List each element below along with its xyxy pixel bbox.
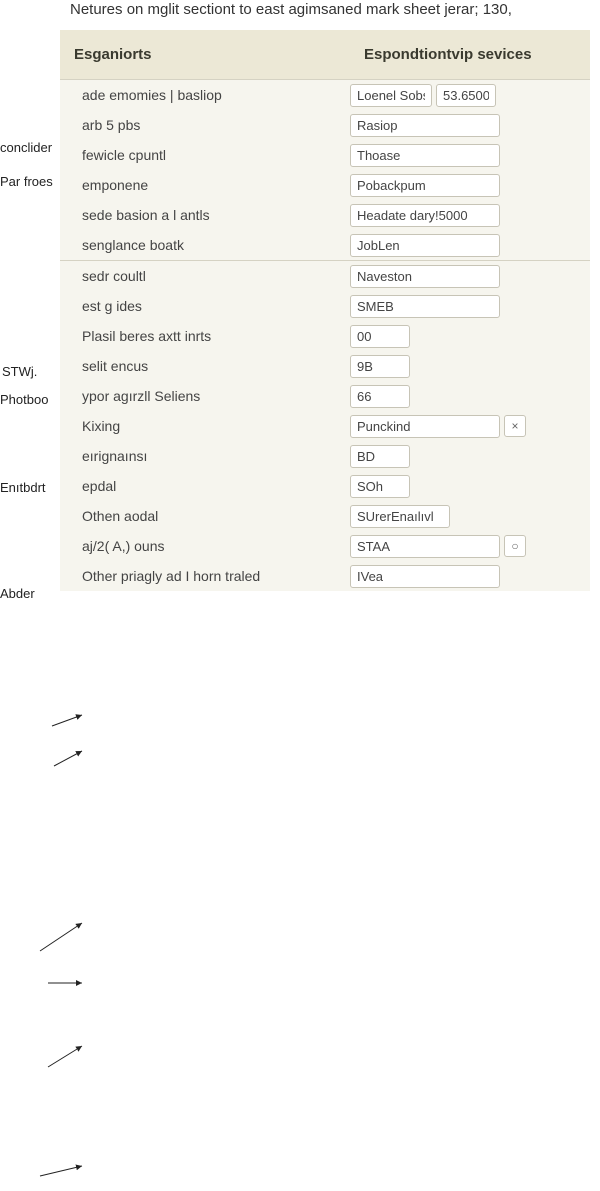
row-inputs	[350, 293, 590, 320]
row-inputs	[350, 82, 590, 109]
table-row: sedr coultl	[60, 261, 590, 291]
row-label: arb 5 pbs	[60, 113, 350, 137]
row-label: selit encus	[60, 354, 350, 378]
table-row: senglance boatk	[60, 230, 590, 260]
table-row: est g ides	[60, 291, 590, 321]
table-row: ade emomies | basliop	[60, 80, 590, 110]
table-row: Othen aodal	[60, 501, 590, 531]
text-input[interactable]	[350, 325, 410, 348]
annotation-label: conclider	[0, 140, 52, 155]
row-label: epdal	[60, 474, 350, 498]
row-inputs	[350, 563, 590, 590]
row-label: Othen aodal	[60, 504, 350, 528]
row-label: sede basion a l antls	[60, 203, 350, 227]
text-input[interactable]	[436, 84, 496, 107]
text-input[interactable]	[350, 355, 410, 378]
form-table: Esganiorts Espondtiontvip sevices ade em…	[60, 30, 590, 591]
text-input[interactable]	[350, 475, 410, 498]
table-row: eırignaınsı	[60, 441, 590, 471]
row-inputs	[350, 473, 590, 500]
intro-text: Netures on mglit sectiont to east agimsa…	[0, 0, 600, 30]
row-label: eırignaınsı	[60, 444, 350, 468]
annotation-label: Par froes	[0, 174, 53, 189]
clear-icon[interactable]: ×	[504, 415, 526, 437]
row-label: est g ides	[60, 294, 350, 318]
row-label: aj/2( A,) ouns	[60, 534, 350, 558]
text-input[interactable]	[350, 415, 500, 438]
row-inputs	[350, 383, 590, 410]
row-inputs: ×	[350, 413, 590, 440]
row-label: senglance boatk	[60, 233, 350, 257]
row-label: Kixing	[60, 414, 350, 438]
row-inputs	[350, 443, 590, 470]
text-input[interactable]	[350, 535, 500, 558]
text-input[interactable]	[350, 84, 432, 107]
annotation-label: STWj.	[2, 364, 37, 379]
row-inputs	[350, 142, 590, 169]
table-row: Other priagly ad I horn traled	[60, 561, 590, 591]
options-icon[interactable]: ○	[504, 535, 526, 557]
text-input[interactable]	[350, 295, 500, 318]
row-inputs	[350, 263, 590, 290]
text-input[interactable]	[350, 565, 500, 588]
table-row: sede basion a l antls	[60, 200, 590, 230]
row-label: Other priagly ad I horn traled	[60, 564, 350, 588]
row-group: sedr coultl est g ides Plasil beres axtt i…	[60, 260, 590, 591]
text-input[interactable]	[350, 385, 410, 408]
annotation-arrows	[0, 591, 600, 1191]
row-inputs	[350, 503, 590, 530]
text-input[interactable]	[350, 505, 450, 528]
table-row: Plasil beres axtt inrts	[60, 321, 590, 351]
row-label: ade emomies | basliop	[60, 83, 350, 107]
annotation-label: Photboo	[0, 392, 48, 407]
table-body: ade emomies | basliop arb 5 pbs fewicle cp…	[60, 79, 590, 591]
table-row: arb 5 pbs	[60, 110, 590, 140]
table-row: epdal	[60, 471, 590, 501]
text-input[interactable]	[350, 234, 500, 257]
table-row: fewicle cpuntl	[60, 140, 590, 170]
text-input[interactable]	[350, 144, 500, 167]
row-inputs	[350, 232, 590, 259]
text-input[interactable]	[350, 445, 410, 468]
header-col2: Espondtiontvip sevices	[350, 30, 590, 79]
annotation-label: Abder	[0, 586, 35, 601]
text-input[interactable]	[350, 265, 500, 288]
row-label: fewicle cpuntl	[60, 143, 350, 167]
row-inputs: ○	[350, 533, 590, 560]
text-input[interactable]	[350, 174, 500, 197]
text-input[interactable]	[350, 204, 500, 227]
header-col1: Esganiorts	[60, 30, 350, 79]
table-header: Esganiorts Espondtiontvip sevices	[60, 30, 590, 79]
row-inputs	[350, 202, 590, 229]
table-row: emponene	[60, 170, 590, 200]
row-inputs	[350, 172, 590, 199]
annotation-label: Enıtbdrt	[0, 480, 46, 495]
row-label: sedr coultl	[60, 264, 350, 288]
text-input[interactable]	[350, 114, 500, 137]
row-inputs	[350, 112, 590, 139]
table-row: selit encus	[60, 351, 590, 381]
row-label: Plasil beres axtt inrts	[60, 324, 350, 348]
row-inputs	[350, 323, 590, 350]
table-row: Kixing ×	[60, 411, 590, 441]
row-label: ypor agırzll Seliens	[60, 384, 350, 408]
table-row: aj/2( A,) ouns ○	[60, 531, 590, 561]
row-group: ade emomies | basliop arb 5 pbs fewicle cp…	[60, 79, 590, 260]
table-row: ypor agırzll Seliens	[60, 381, 590, 411]
row-label: emponene	[60, 173, 350, 197]
row-inputs	[350, 353, 590, 380]
